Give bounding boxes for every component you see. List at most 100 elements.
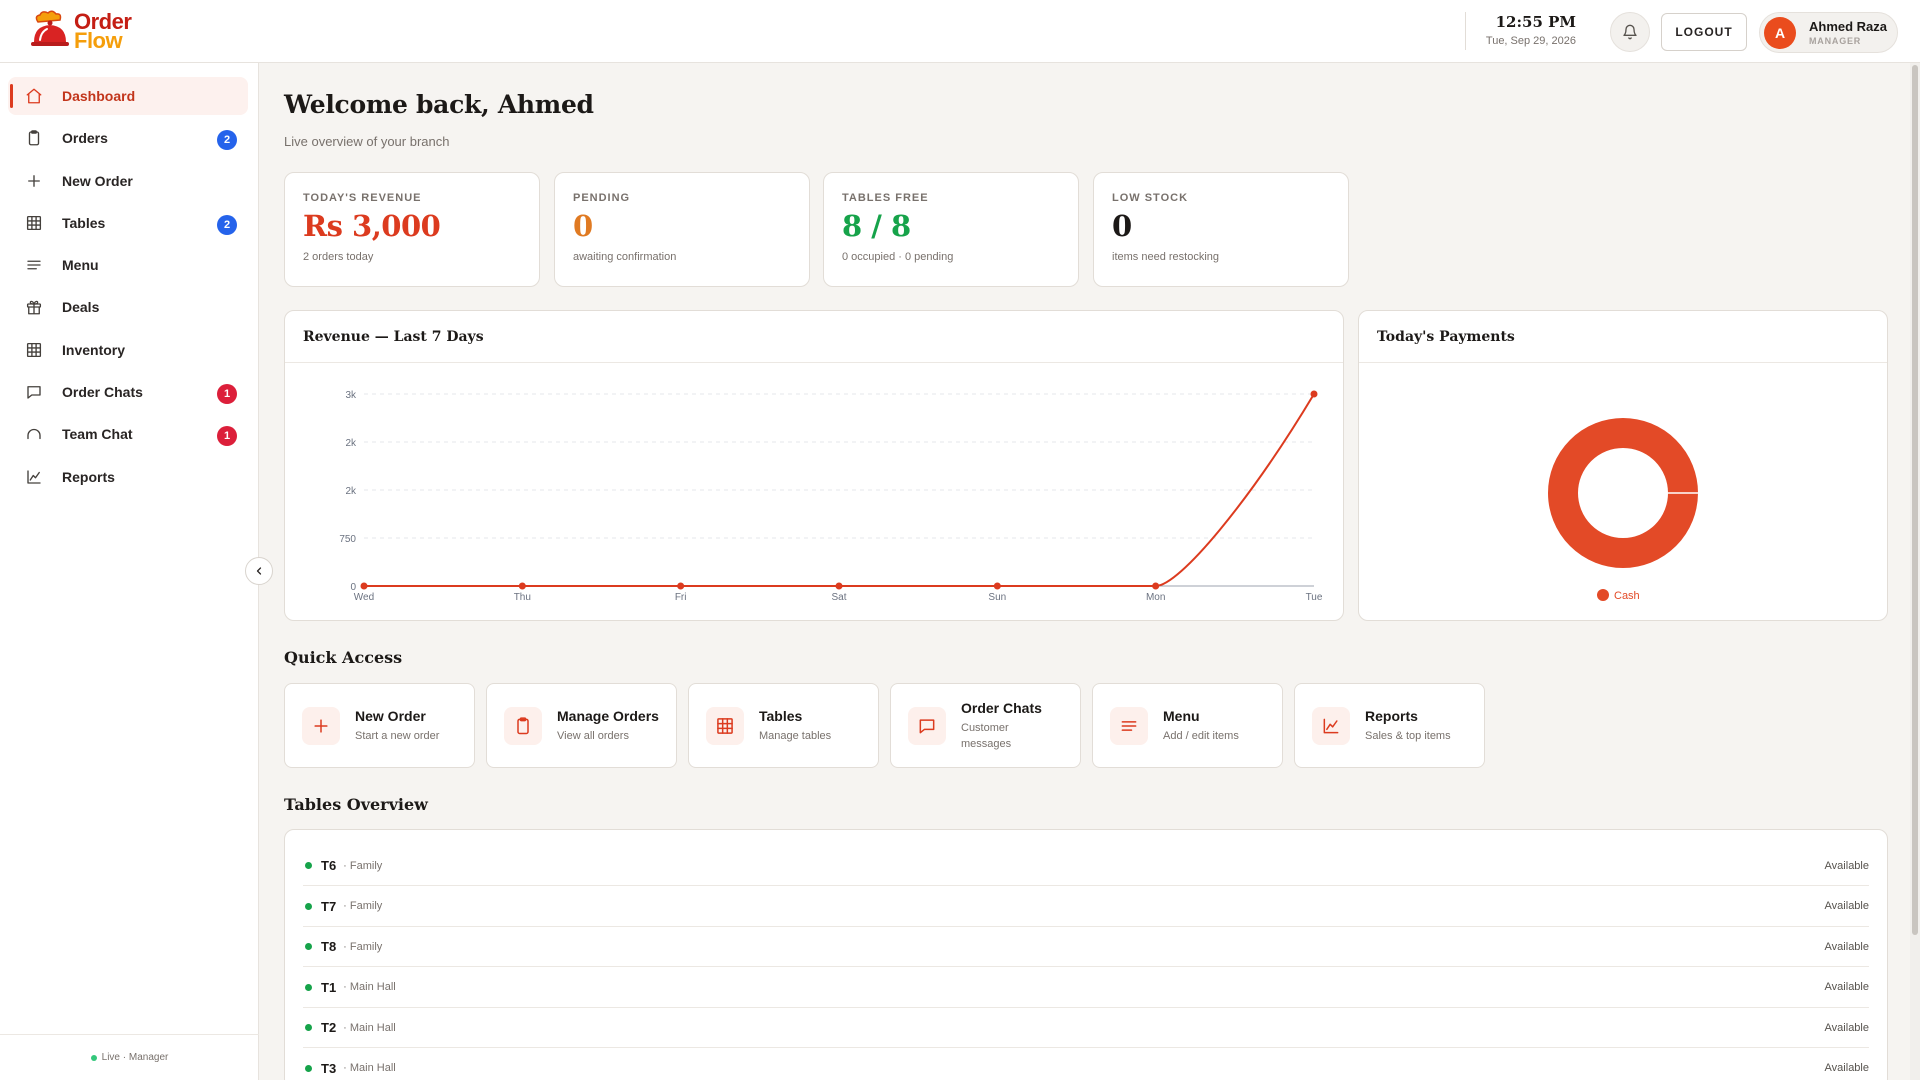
- sidebar-item-deals[interactable]: Deals: [8, 288, 248, 326]
- sidebar-item-icon: [24, 382, 44, 402]
- quick-access-new-order[interactable]: New Order Start a new order: [284, 683, 475, 768]
- sidebar-item-icon: [24, 86, 44, 106]
- grid-icon: [26, 342, 42, 357]
- sidebar-item-team-chat[interactable]: Team Chat 1: [8, 415, 248, 453]
- stat-label: TABLES FREE: [842, 192, 929, 204]
- stat-value: Rs 3,000: [303, 209, 441, 243]
- plus-icon: [314, 718, 328, 733]
- page-scrollbar[interactable]: [1910, 63, 1920, 1080]
- logout-button[interactable]: LOGOUT: [1661, 13, 1747, 51]
- sidebar-item-reports[interactable]: Reports: [8, 458, 248, 496]
- quick-access-desc: View all orders: [557, 729, 629, 742]
- quick-access-desc: Start a new order: [355, 729, 440, 742]
- quick-access-name: Menu: [1163, 707, 1200, 724]
- quick-access-title: Quick Access: [284, 648, 403, 667]
- table-status: Available: [1824, 1021, 1869, 1034]
- quick-access-tables[interactable]: Tables Manage tables: [688, 683, 879, 768]
- table-area: · Main Hall: [343, 981, 396, 993]
- sidebar-item-menu[interactable]: Menu: [8, 246, 248, 284]
- stat-sub: items need restocking: [1112, 251, 1219, 263]
- quick-access-name: Reports: [1365, 707, 1418, 724]
- table-status-dot: [305, 902, 312, 910]
- clock-date: Tue, Sep 29, 2026: [1485, 35, 1576, 47]
- table-area: · Family: [343, 859, 383, 872]
- stat-sub: 0 occupied · 0 pending: [842, 251, 954, 263]
- legend-item: Cash: [1597, 589, 1640, 602]
- stat-label: TODAY'S REVENUE: [303, 192, 422, 204]
- sidebar-item-label: Dashboard: [62, 88, 136, 104]
- quick-access-reports[interactable]: Reports Sales & top items: [1294, 683, 1485, 768]
- menu-lines-icon: [1121, 720, 1137, 731]
- user-menu[interactable]: A Ahmed Raza MANAGER: [1759, 12, 1898, 53]
- scrollbar-thumb[interactable]: [1912, 65, 1918, 935]
- quick-access-desc: Sales & top items: [1365, 729, 1451, 742]
- pie-slice: [1548, 418, 1698, 568]
- table-row[interactable]: T3 · Main Hall Available: [303, 1049, 1869, 1080]
- quick-access-menu[interactable]: Menu Add / edit items: [1092, 683, 1283, 768]
- bell-icon: [1623, 24, 1637, 40]
- sidebar-item-label: Reports: [62, 468, 115, 485]
- quick-access-order-chats[interactable]: Order Chats Customer messages: [890, 683, 1081, 768]
- sidebar-item-tables[interactable]: Tables 2: [8, 204, 248, 242]
- sidebar-item-dashboard[interactable]: Dashboard: [8, 77, 248, 115]
- sidebar-item-icon: [24, 297, 44, 317]
- page-subtitle: Live overview of your branch: [284, 134, 450, 149]
- stat-value: 0: [1112, 209, 1132, 243]
- quick-access-desc: Add / edit items: [1163, 729, 1239, 742]
- table-row[interactable]: T2 · Main Hall Available: [303, 1008, 1869, 1048]
- table-area: · Family: [343, 940, 383, 953]
- sidebar-item-orders[interactable]: Orders 2: [8, 119, 248, 157]
- y-tick-label: 3k: [345, 390, 357, 401]
- sidebar-item-badge: 2: [217, 130, 237, 151]
- legend-label: Cash: [1614, 590, 1640, 602]
- sidebar-item-label: Deals: [62, 299, 100, 316]
- sidebar-item-icon: [24, 255, 44, 275]
- table-id: T3: [321, 1060, 337, 1076]
- clipboard-icon: [28, 130, 40, 146]
- sidebar-item-order-chats[interactable]: Order Chats 1: [8, 373, 248, 411]
- table-area: · Family: [343, 900, 383, 912]
- y-tick-label: 2k: [345, 486, 357, 497]
- sidebar-item-icon: [24, 171, 44, 191]
- legend-swatch: [1597, 589, 1609, 601]
- x-tick-label: Wed: [354, 592, 374, 603]
- x-tick-label: Fri: [675, 592, 687, 603]
- chat-icon: [919, 718, 935, 733]
- header-divider: [1465, 12, 1466, 50]
- sidebar-item-icon: [24, 340, 44, 360]
- table-row[interactable]: T6 · Family Available: [303, 846, 1869, 886]
- sidebar-item-badge: 1: [217, 426, 237, 447]
- clock: 12:55 PM Tue, Sep 29, 2026: [1470, 13, 1576, 47]
- table-id: T6: [321, 858, 337, 873]
- sidebar-collapse-button[interactable]: [245, 557, 273, 585]
- sidebar-item-icon: [24, 128, 44, 148]
- quick-access-icon-box: [1110, 706, 1148, 745]
- table-status: Available: [1824, 900, 1869, 912]
- app-logo[interactable]: Order Flow: [28, 10, 132, 52]
- clock-time: 12:55 PM: [1495, 13, 1576, 31]
- table-id: T2: [321, 1020, 337, 1035]
- sidebar-footer: Live · Manager: [0, 1034, 259, 1080]
- sidebar-item-new-order[interactable]: New Order: [8, 162, 248, 200]
- stat-value: 8 / 8: [842, 209, 911, 243]
- quick-access-manage-orders[interactable]: Manage Orders View all orders: [486, 683, 677, 768]
- table-row[interactable]: T7 · Family Available: [303, 887, 1869, 927]
- quick-access-icon-box: [706, 706, 744, 745]
- notifications-button[interactable]: [1610, 12, 1650, 52]
- grid-icon: [717, 717, 733, 734]
- stat-card-low-stock: LOW STOCK 0 items need restocking: [1093, 172, 1349, 287]
- data-point: [360, 582, 368, 590]
- table-row[interactable]: T8 · Family Available: [303, 927, 1869, 967]
- table-row[interactable]: T1 · Main Hall Available: [303, 968, 1869, 1008]
- tables-overview-list: T6 · Family Available T7 · Family Available T8…: [284, 829, 1888, 1080]
- stat-card-revenue: TODAY'S REVENUE Rs 3,000 2 orders today: [284, 172, 540, 287]
- payments-card-title: Today's Payments: [1359, 311, 1887, 363]
- stat-value: 0: [573, 209, 593, 243]
- table-status: Available: [1824, 1062, 1869, 1074]
- x-tick-label: Tue: [1306, 592, 1323, 603]
- quick-access-name: Tables: [759, 707, 803, 724]
- table-status: Available: [1824, 940, 1869, 953]
- table-status: Available: [1824, 859, 1869, 872]
- sidebar-item-inventory[interactable]: Inventory: [8, 331, 248, 369]
- revenue-chart-title: Revenue — Last 7 Days: [285, 311, 1343, 363]
